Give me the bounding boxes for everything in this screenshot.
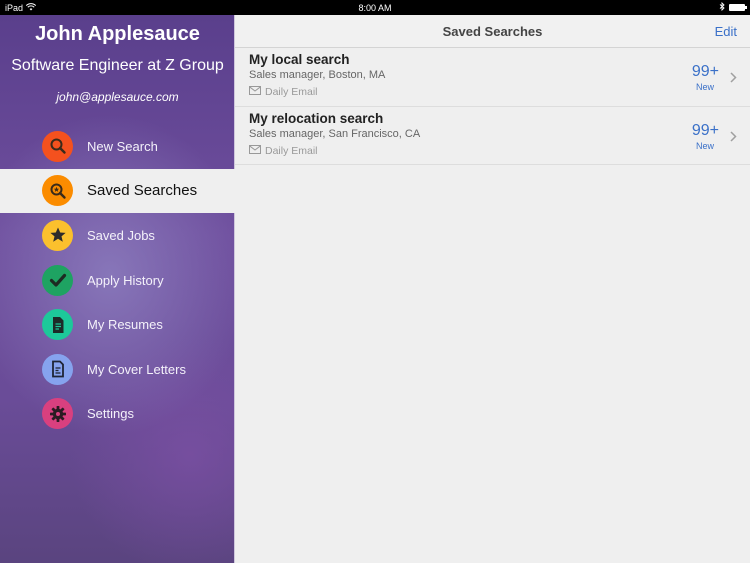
search-frequency: Daily Email (249, 144, 318, 157)
search-name: My relocation search (249, 110, 384, 126)
star-icon (42, 219, 73, 251)
battery-icon (729, 4, 747, 11)
sidebar-item-label: My Cover Letters (87, 361, 186, 377)
new-count: 99+ (691, 63, 719, 80)
chevron-right-icon (730, 129, 737, 147)
profile-email: john@applesauce.com (56, 90, 179, 104)
sidebar-item-my-resumes[interactable]: My Resumes (0, 302, 235, 347)
new-label: New (695, 140, 714, 151)
sidebar-item-saved-searches[interactable]: Saved Searches (0, 168, 235, 214)
sidebar-item-label: New Search (87, 138, 158, 154)
new-label: New (695, 82, 714, 92)
document-icon (42, 309, 73, 341)
sidebar-item-label: My Resumes (87, 317, 163, 333)
edit-button[interactable]: Edit (715, 24, 737, 39)
status-time: 8:00 AM (358, 2, 392, 13)
status-left: iPad (5, 2, 37, 13)
nav-bar: Saved Searches Edit (235, 15, 750, 48)
sidebar-item-label: Apply History (87, 272, 164, 288)
saved-search-row[interactable]: My relocation search Sales manager, San … (235, 107, 750, 165)
sidebar-menu: New Search Saved Searches Saved Jobs App… (0, 124, 235, 436)
frequency-label: Daily Email (265, 86, 318, 98)
checkmark-icon (42, 264, 73, 296)
device-name: iPad (5, 2, 24, 13)
sidebar-item-label: Saved Jobs (87, 227, 155, 243)
profile-name: John Applesauce (35, 23, 200, 45)
cover-letter-icon (42, 353, 73, 385)
sidebar-item-apply-history[interactable]: Apply History (0, 258, 235, 303)
sidebar-item-new-search[interactable]: New Search (0, 124, 235, 169)
page-title: Saved Searches (442, 24, 543, 39)
status-bar: iPad 8:00 AM (0, 0, 750, 15)
search-criteria: Sales manager, Boston, MA (249, 69, 386, 81)
bluetooth-icon (719, 1, 725, 13)
main-content: Saved Searches Edit My local search Sale… (235, 15, 750, 563)
wifi-icon (25, 2, 37, 13)
sidebar-item-label: Settings (87, 406, 134, 422)
sidebar-item-label: Saved Searches (87, 182, 198, 200)
mail-icon (249, 86, 261, 98)
sidebar-item-saved-jobs[interactable]: Saved Jobs (0, 213, 235, 258)
mail-icon (249, 144, 261, 157)
sidebar-item-settings[interactable]: Settings (0, 392, 235, 437)
saved-search-icon (42, 175, 73, 207)
search-icon (42, 130, 73, 162)
status-right (719, 1, 747, 13)
search-criteria: Sales manager, San Francisco, CA (249, 127, 421, 140)
profile-title: Software Engineer at Z Group (11, 57, 224, 74)
sidebar-item-my-cover-letters[interactable]: My Cover Letters (0, 347, 235, 392)
saved-search-row[interactable]: My local search Sales manager, Boston, M… (235, 48, 750, 107)
sidebar: John Applesauce Software Engineer at Z G… (0, 15, 235, 563)
search-name: My local search (249, 52, 350, 67)
gear-icon (42, 398, 73, 430)
search-frequency: Daily Email (249, 86, 318, 98)
frequency-label: Daily Email (265, 144, 318, 157)
chevron-right-icon (730, 70, 737, 88)
new-count: 99+ (691, 121, 719, 139)
